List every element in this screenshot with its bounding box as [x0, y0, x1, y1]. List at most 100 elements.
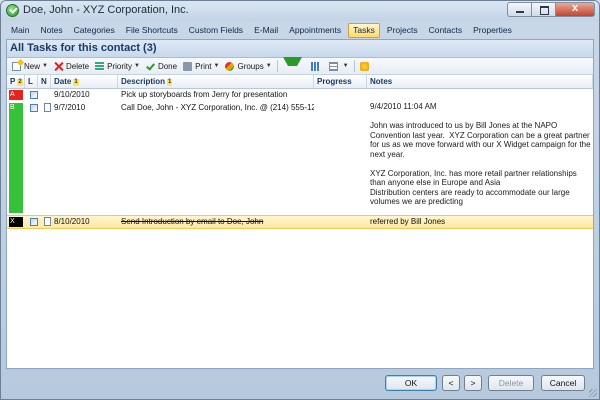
- column-header-notes[interactable]: Notes: [367, 75, 593, 88]
- sort-order-badge: 1: [73, 79, 79, 86]
- progress-column-label: Progress: [317, 77, 352, 86]
- priority-badge: X: [9, 217, 23, 227]
- sort-order-badge: 2: [17, 79, 23, 86]
- new-button[interactable]: New ▼: [9, 59, 51, 73]
- tab-projects[interactable]: Projects: [383, 23, 422, 38]
- column-header-date[interactable]: Date 1: [51, 75, 118, 88]
- filter-button[interactable]: [280, 57, 308, 73]
- description-cell: Call Doe, John - XYZ Corporation, Inc. @…: [121, 103, 314, 112]
- priority-column-label: P: [10, 77, 16, 86]
- checkmark-icon: [146, 62, 155, 71]
- sort-order-badge: 1: [167, 79, 173, 86]
- priority-button[interactable]: Priority ▼: [92, 59, 143, 73]
- note-column-label: N: [41, 77, 47, 86]
- delete-contact-button[interactable]: Delete: [488, 375, 534, 391]
- table-row-selected[interactable]: X 8/10/2010 Send Introduction by email t…: [7, 215, 593, 229]
- note-cell: [38, 216, 51, 228]
- link-cell: [25, 89, 38, 102]
- tab-contacts[interactable]: Contacts: [425, 23, 467, 38]
- chevron-down-icon: ▼: [265, 63, 272, 69]
- new-label: New: [24, 61, 41, 71]
- note-cell: [38, 89, 51, 102]
- delete-label: Delete: [65, 61, 90, 71]
- previous-button[interactable]: <: [442, 375, 460, 391]
- priority-cell: X: [7, 216, 25, 228]
- tab-email[interactable]: E-Mail: [250, 23, 282, 38]
- grid-layout-icon: [328, 61, 338, 71]
- progress-cell: [314, 89, 367, 102]
- window-title: Doe, John - XYZ Corporation, Inc.: [23, 4, 189, 16]
- columns-button[interactable]: [308, 59, 326, 73]
- close-button[interactable]: x: [555, 2, 595, 17]
- description-cell: Pick up storyboards from Jerry for prese…: [121, 90, 288, 99]
- task-toolbar: New ▼ Delete Priority ▼ Done Print ▼ Groups…: [7, 57, 593, 75]
- notes-cell: referred by Bill Jones: [370, 217, 446, 226]
- note-document-icon[interactable]: [44, 103, 51, 112]
- delete-button[interactable]: Delete: [51, 59, 92, 73]
- tab-appointments[interactable]: Appointments: [285, 23, 345, 38]
- tab-tasks[interactable]: Tasks: [348, 23, 380, 38]
- tab-main[interactable]: Main: [7, 23, 33, 38]
- priority-label: Priority: [107, 61, 132, 71]
- date-cell: 9/7/2010: [54, 103, 86, 112]
- note-document-icon[interactable]: [44, 217, 51, 226]
- chevron-down-icon: ▼: [342, 63, 349, 69]
- toolbar-separator: [353, 60, 355, 72]
- print-button[interactable]: Print ▼: [180, 59, 222, 73]
- contact-link-icon[interactable]: [30, 218, 38, 226]
- date-cell: 8/10/2010: [54, 217, 90, 226]
- tab-properties[interactable]: Properties: [469, 23, 516, 38]
- date-cell: 9/10/2010: [54, 90, 90, 99]
- tab-custom-fields[interactable]: Custom Fields: [185, 23, 247, 38]
- column-header-description[interactable]: Description 1: [118, 75, 314, 88]
- caption-buttons: x: [507, 2, 595, 18]
- ok-button[interactable]: OK: [385, 375, 437, 391]
- maximize-button[interactable]: [531, 2, 555, 17]
- minimize-button[interactable]: [507, 2, 531, 17]
- tab-categories[interactable]: Categories: [70, 23, 119, 38]
- cancel-button[interactable]: Cancel: [541, 375, 585, 391]
- description-cell: Send Introduction by email to Doe, John: [121, 217, 264, 226]
- note-cell: [38, 102, 51, 215]
- groups-button[interactable]: Groups ▼: [222, 59, 274, 73]
- groups-icon: [225, 61, 235, 71]
- next-button[interactable]: >: [464, 375, 482, 391]
- tasks-panel: All Tasks for this contact (3) New ▼ Dele…: [6, 39, 594, 369]
- notes-column-label: Notes: [370, 77, 393, 86]
- printer-icon: [183, 61, 193, 71]
- app-check-icon: [6, 4, 19, 17]
- link-cell: [25, 102, 38, 215]
- chevron-down-icon: ▼: [42, 63, 48, 69]
- tab-menu: Main Notes Categories File Shortcuts Cus…: [7, 22, 593, 39]
- done-label: Done: [157, 61, 178, 71]
- link-column-label: L: [28, 77, 33, 86]
- priority-icon: [95, 61, 105, 71]
- column-header-priority[interactable]: P2: [7, 75, 25, 88]
- close-icon: x: [571, 2, 579, 14]
- highlight-icon: [359, 61, 369, 71]
- layout-button[interactable]: ▼: [326, 59, 352, 73]
- column-header-link[interactable]: L: [25, 75, 38, 88]
- title-bar[interactable]: Doe, John - XYZ Corporation, Inc. x: [1, 1, 599, 21]
- notes-cell: [367, 89, 593, 102]
- link-cell: [25, 216, 38, 228]
- tab-notes[interactable]: Notes: [36, 23, 66, 38]
- column-header-note[interactable]: N: [38, 75, 51, 88]
- notes-cell: 9/4/2010 11:04 AM John was introduced to…: [370, 102, 591, 206]
- contact-link-icon[interactable]: [30, 91, 38, 99]
- contact-link-icon[interactable]: [30, 104, 38, 112]
- dialog-footer: OK < > Delete Cancel: [1, 367, 599, 399]
- resize-grip-icon[interactable]: [589, 389, 597, 397]
- done-button[interactable]: Done: [143, 59, 180, 73]
- task-grid-header: P2 L N Date 1 Description 1 Progress Notes: [7, 75, 593, 89]
- table-row[interactable]: A 9/10/2010 Pick up storyboards from Jer…: [7, 89, 593, 102]
- tab-file-shortcuts[interactable]: File Shortcuts: [122, 23, 182, 38]
- column-header-progress[interactable]: Progress: [314, 75, 367, 88]
- description-column-label: Description: [121, 77, 166, 86]
- contact-window: Doe, John - XYZ Corporation, Inc. x Main…: [0, 0, 600, 400]
- columns-icon: [310, 61, 320, 71]
- highlight-button[interactable]: [357, 59, 375, 73]
- priority-badge: A: [9, 90, 23, 100]
- priority-cell: B: [7, 102, 25, 215]
- table-row[interactable]: B 9/7/2010 Call Doe, John - XYZ Corporat…: [7, 102, 593, 215]
